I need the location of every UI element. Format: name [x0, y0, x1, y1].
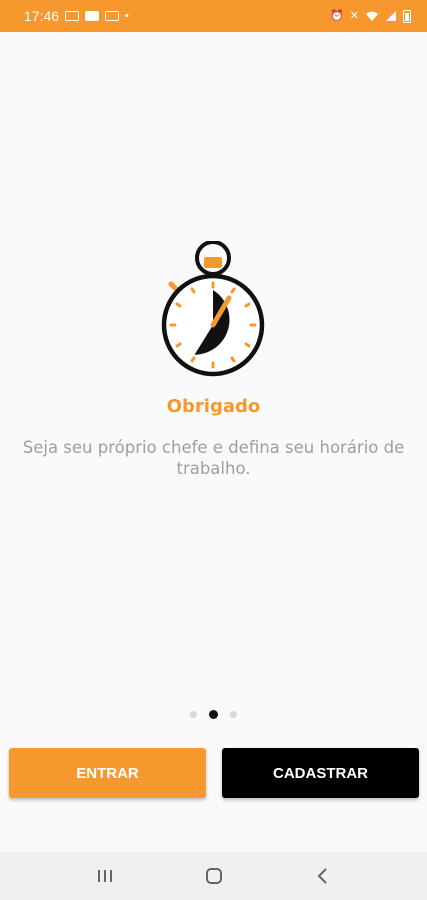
home-button[interactable]: [194, 856, 234, 896]
wifi-icon: [366, 11, 378, 21]
onboarding-subtitle: Seja seu próprio chefe e defina seu horá…: [22, 438, 405, 478]
recent-apps-icon: [97, 870, 112, 882]
gallery-notification-icon: [65, 11, 80, 21]
system-navigation-bar: [0, 852, 427, 900]
page-indicator: [0, 708, 427, 720]
signup-button[interactable]: CADASTRAR: [222, 748, 419, 798]
mute-icon: ✕: [349, 9, 359, 22]
more-notifications-icon: •: [125, 9, 129, 22]
stopwatch-icon: [161, 241, 265, 377]
youtube-notification-icon: [85, 11, 100, 21]
alarm-icon: ⏰: [330, 9, 344, 22]
page-dot-3[interactable]: [230, 710, 237, 718]
page-dot-2-active[interactable]: [209, 709, 218, 719]
home-icon: [205, 868, 222, 884]
signal-icon: [386, 11, 396, 21]
login-button[interactable]: ENTRAR: [9, 748, 206, 798]
battery-icon: [403, 9, 411, 23]
status-bar: 17:46 • ⏰ ✕: [0, 0, 427, 32]
back-icon: [317, 868, 327, 884]
app-notification-icon: [105, 11, 120, 21]
recent-apps-button[interactable]: [85, 856, 125, 896]
onboarding-title: Obrigado: [166, 396, 261, 417]
status-left: 17:46 •: [24, 8, 129, 24]
back-button[interactable]: [303, 856, 343, 896]
page-dot-1[interactable]: [190, 710, 197, 718]
status-time: 17:46: [24, 8, 60, 24]
status-right: ⏰ ✕: [330, 9, 411, 23]
